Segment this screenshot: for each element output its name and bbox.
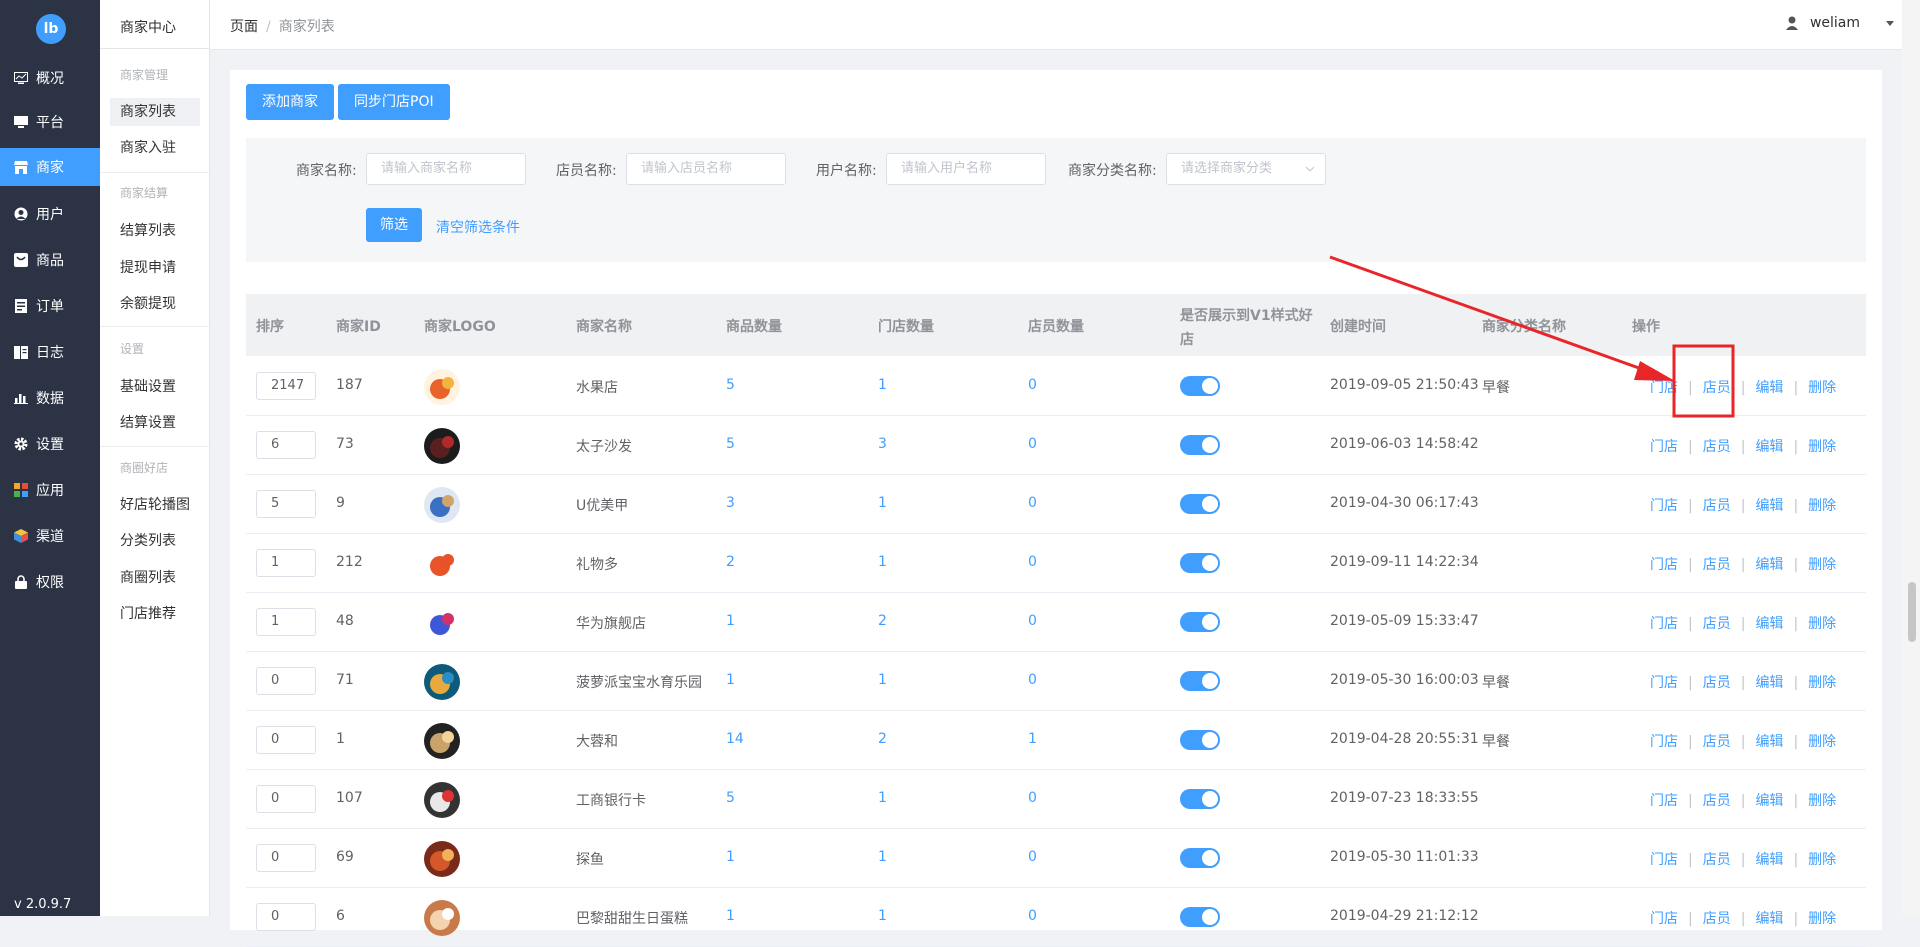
page-scrollbar[interactable] — [1902, 0, 1920, 916]
annotation-arrow — [1329, 255, 1735, 418]
scrollbar-thumb[interactable] — [1908, 582, 1916, 642]
